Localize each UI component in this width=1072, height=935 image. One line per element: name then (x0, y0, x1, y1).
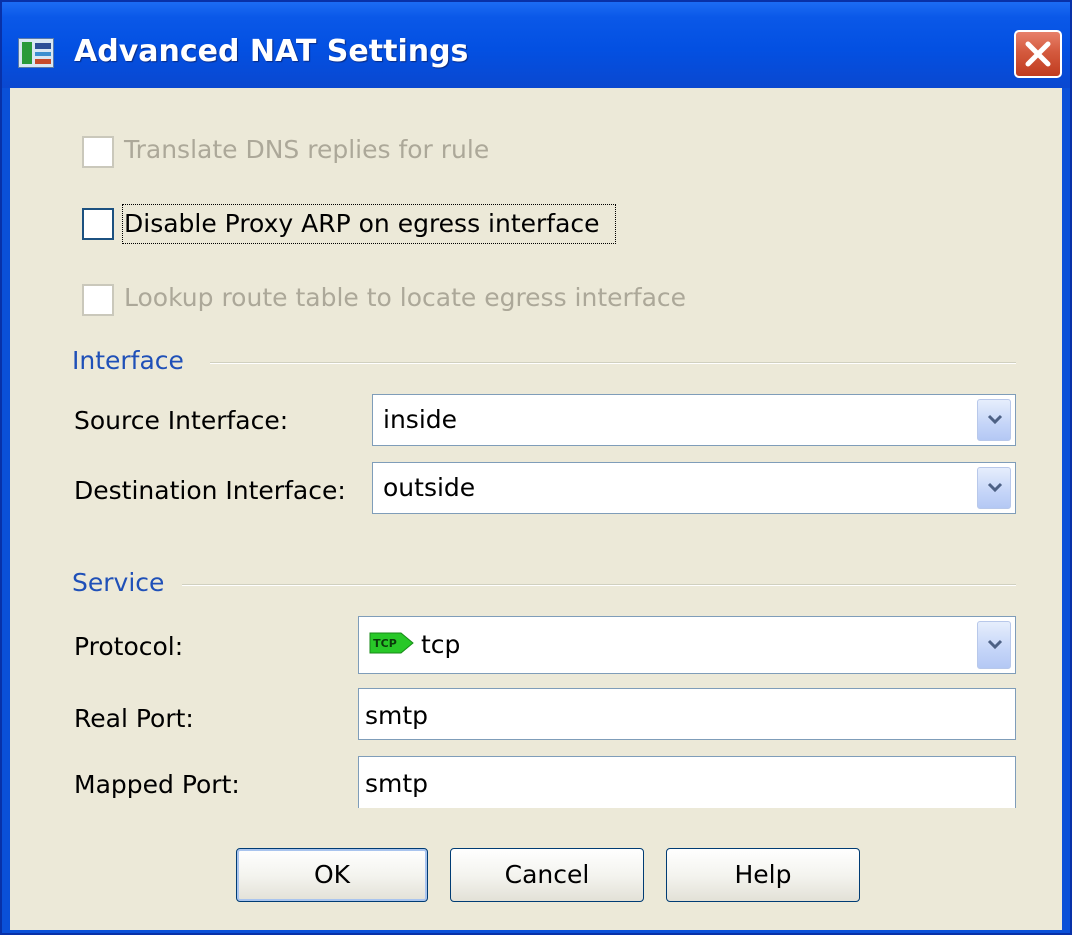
mapped-port-input[interactable]: smtp (358, 756, 1016, 808)
mapped-port-value: smtp (365, 769, 429, 798)
translate-dns-label: Translate DNS replies for rule (124, 135, 490, 164)
asdm-app-icon (18, 38, 54, 68)
source-interface-select[interactable]: inside (372, 394, 1016, 446)
destination-interface-label: Destination Interface: (74, 476, 346, 505)
close-x-icon (1025, 41, 1051, 67)
real-port-label: Real Port: (74, 704, 194, 733)
source-interface-dropdown-button[interactable] (977, 399, 1011, 441)
lookup-route-label: Lookup route table to locate egress inte… (124, 283, 687, 312)
protocol-value: tcp (421, 630, 461, 659)
real-port-input[interactable]: smtp (358, 688, 1016, 740)
protocol-select[interactable]: TCP tcp (358, 616, 1016, 674)
service-group-title: Service (72, 568, 165, 597)
mapped-port-label: Mapped Port: (74, 770, 240, 799)
service-group-divider (182, 584, 1016, 586)
interface-group-title: Interface (72, 346, 184, 375)
interface-group-divider (210, 362, 1016, 364)
disable-proxy-arp-label[interactable]: Disable Proxy ARP on egress interface (124, 208, 600, 240)
real-port-value: smtp (365, 701, 429, 730)
protocol-label: Protocol: (74, 632, 184, 661)
protocol-dropdown-button[interactable] (977, 621, 1011, 669)
destination-interface-select[interactable]: outside (372, 462, 1016, 514)
dialog-body: Translate DNS replies for rule Disable P… (10, 88, 1062, 930)
source-interface-label: Source Interface: (74, 406, 289, 435)
tcp-protocol-icon: TCP (369, 632, 414, 654)
close-button[interactable] (1014, 30, 1062, 78)
destination-interface-value: outside (383, 473, 476, 502)
lookup-route-checkbox[interactable] (82, 284, 114, 316)
source-interface-value: inside (383, 405, 458, 434)
chevron-down-icon (987, 482, 1003, 493)
translate-dns-checkbox[interactable] (82, 136, 114, 168)
cancel-button[interactable]: Cancel (450, 848, 644, 902)
tcp-icon-text: TCP (373, 637, 397, 650)
ok-button[interactable]: OK (236, 848, 428, 902)
chevron-down-icon (987, 639, 1003, 650)
chevron-down-icon (987, 414, 1003, 425)
disable-proxy-arp-checkbox[interactable] (82, 208, 114, 240)
advanced-nat-settings-dialog: Advanced NAT Settings Translate DNS repl… (0, 0, 1072, 935)
help-button[interactable]: Help (666, 848, 860, 902)
destination-interface-dropdown-button[interactable] (977, 467, 1011, 509)
title-bar[interactable]: Advanced NAT Settings (2, 2, 1070, 88)
window-title: Advanced NAT Settings (74, 34, 469, 69)
